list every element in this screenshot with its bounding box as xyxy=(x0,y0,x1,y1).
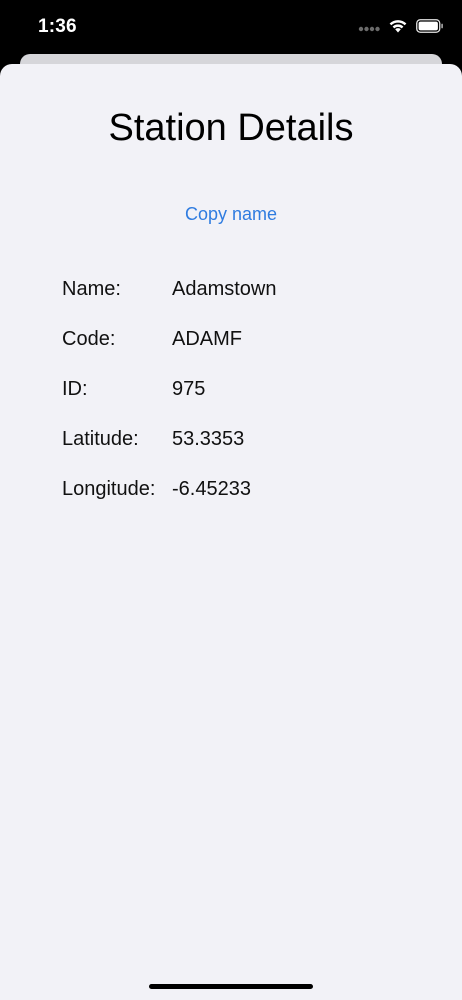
detail-row-name: Name: Adamstown xyxy=(62,276,422,326)
home-indicator[interactable] xyxy=(149,984,313,989)
status-icons xyxy=(358,18,444,38)
detail-label: ID: xyxy=(62,378,88,400)
detail-value: Adamstown xyxy=(172,278,277,300)
station-details-sheet: Station Details Copy name Name: Adamstow… xyxy=(0,64,462,1000)
copy-name-button[interactable]: Copy name xyxy=(0,202,462,226)
detail-label: Longitude: xyxy=(62,478,156,500)
detail-row-longitude: Longitude: -6.45233 xyxy=(62,476,422,526)
detail-value: -6.45233 xyxy=(172,478,251,500)
detail-label: Latitude: xyxy=(62,428,139,450)
detail-label: Code: xyxy=(62,328,116,350)
detail-value: ADAMF xyxy=(172,328,242,350)
battery-icon xyxy=(416,18,444,38)
detail-value: 53.3353 xyxy=(172,428,245,450)
status-bar: 1:36 xyxy=(0,0,462,56)
status-time: 1:36 xyxy=(38,16,77,37)
page-title: Station Details xyxy=(108,107,354,149)
detail-value: 975 xyxy=(172,378,206,400)
station-details-list: Name: Adamstown Code: ADAMF ID: 975 Lati… xyxy=(62,276,422,526)
detail-row-latitude: Latitude: 53.3353 xyxy=(62,426,422,476)
wifi-icon xyxy=(388,18,408,38)
detail-row-code: Code: ADAMF xyxy=(62,326,422,376)
detail-row-id: ID: 975 xyxy=(62,376,422,426)
detail-label: Name: xyxy=(62,278,121,300)
signal-dots-icon xyxy=(358,19,380,37)
